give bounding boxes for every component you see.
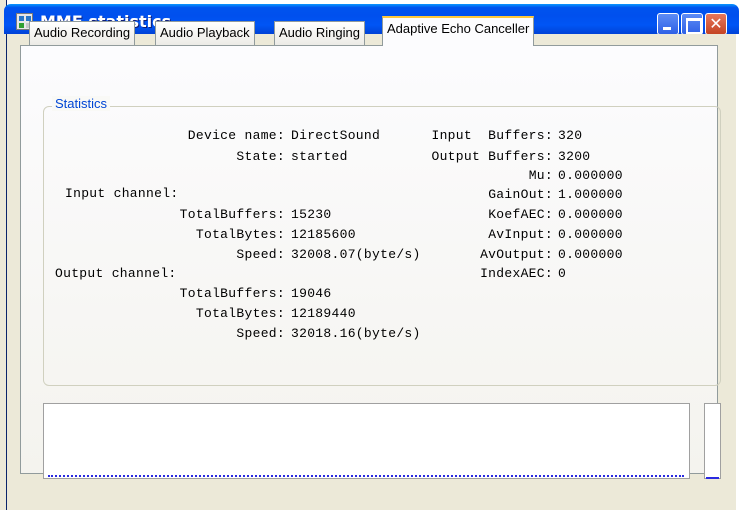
mu-label: Mu: [528,168,553,183]
input-speed-value: 32008.07(byte/s) [291,247,421,262]
window-left-border [0,0,7,510]
tab-audio-ringing[interactable]: Audio Ringing [274,21,365,45]
output-total-buffers-value: 19046 [291,286,332,301]
output-total-bytes-label: TotalBytes: [195,306,285,321]
signal-waveform-line [48,475,684,477]
koef-aec-label: KoefAEC: [488,207,553,222]
input-total-buffers-label: TotalBuffers: [179,207,285,222]
statistics-group-title: Statistics [52,96,111,111]
tab-adaptive-echo-canceller[interactable]: Adaptive Echo Canceller [382,16,535,46]
output-buffers-label: Output Buffers: [431,149,553,164]
output-speed-label: Speed: [236,326,285,341]
av-output-label: AvOutput: [480,247,553,262]
av-input-label: AvInput: [488,227,553,242]
output-channel-label: Output channel: [55,266,177,281]
av-output-value: 0.000000 [558,247,623,262]
index-aec-value: 0 [558,266,567,281]
av-input-value: 0.000000 [558,227,623,242]
mme-statistics-window: MME statistics ✕ Audio Recording Audio P… [0,0,739,510]
output-total-bytes-value: 12189440 [291,306,356,321]
state-value: started [291,149,348,164]
output-total-buffers-label: TotalBuffers: [179,286,285,301]
mu-value: 0.000000 [558,168,623,183]
level-meter-bar [706,477,719,479]
tab-audio-recording[interactable]: Audio Recording [29,21,136,45]
device-name-value: DirectSound [291,128,381,143]
gain-out-value: 1.000000 [558,187,623,202]
level-meter [704,403,721,479]
input-total-buffers-value: 15230 [291,207,332,222]
tab-audio-playback[interactable]: Audio Playback [155,21,255,45]
input-speed-label: Speed: [236,247,285,262]
minimize-icon[interactable] [657,13,679,35]
signal-graph [43,403,690,479]
statistics-group [43,106,721,386]
index-aec-label: IndexAEC: [480,266,553,281]
input-buffers-value: 320 [558,128,583,143]
output-speed-value: 32018.16(byte/s) [291,326,421,341]
input-buffers-label: Input Buffers: [431,128,553,143]
input-channel-label: Input channel: [65,186,179,201]
maximize-icon[interactable] [681,13,703,35]
state-label: State: [236,149,285,164]
output-buffers-value: 3200 [558,149,591,164]
device-name-label: Device name: [187,128,285,143]
close-icon[interactable]: ✕ [705,13,727,35]
input-total-bytes-label: TotalBytes: [195,227,285,242]
koef-aec-value: 0.000000 [558,207,623,222]
gain-out-label: GainOut: [488,187,553,202]
input-total-bytes-value: 12185600 [291,227,356,242]
